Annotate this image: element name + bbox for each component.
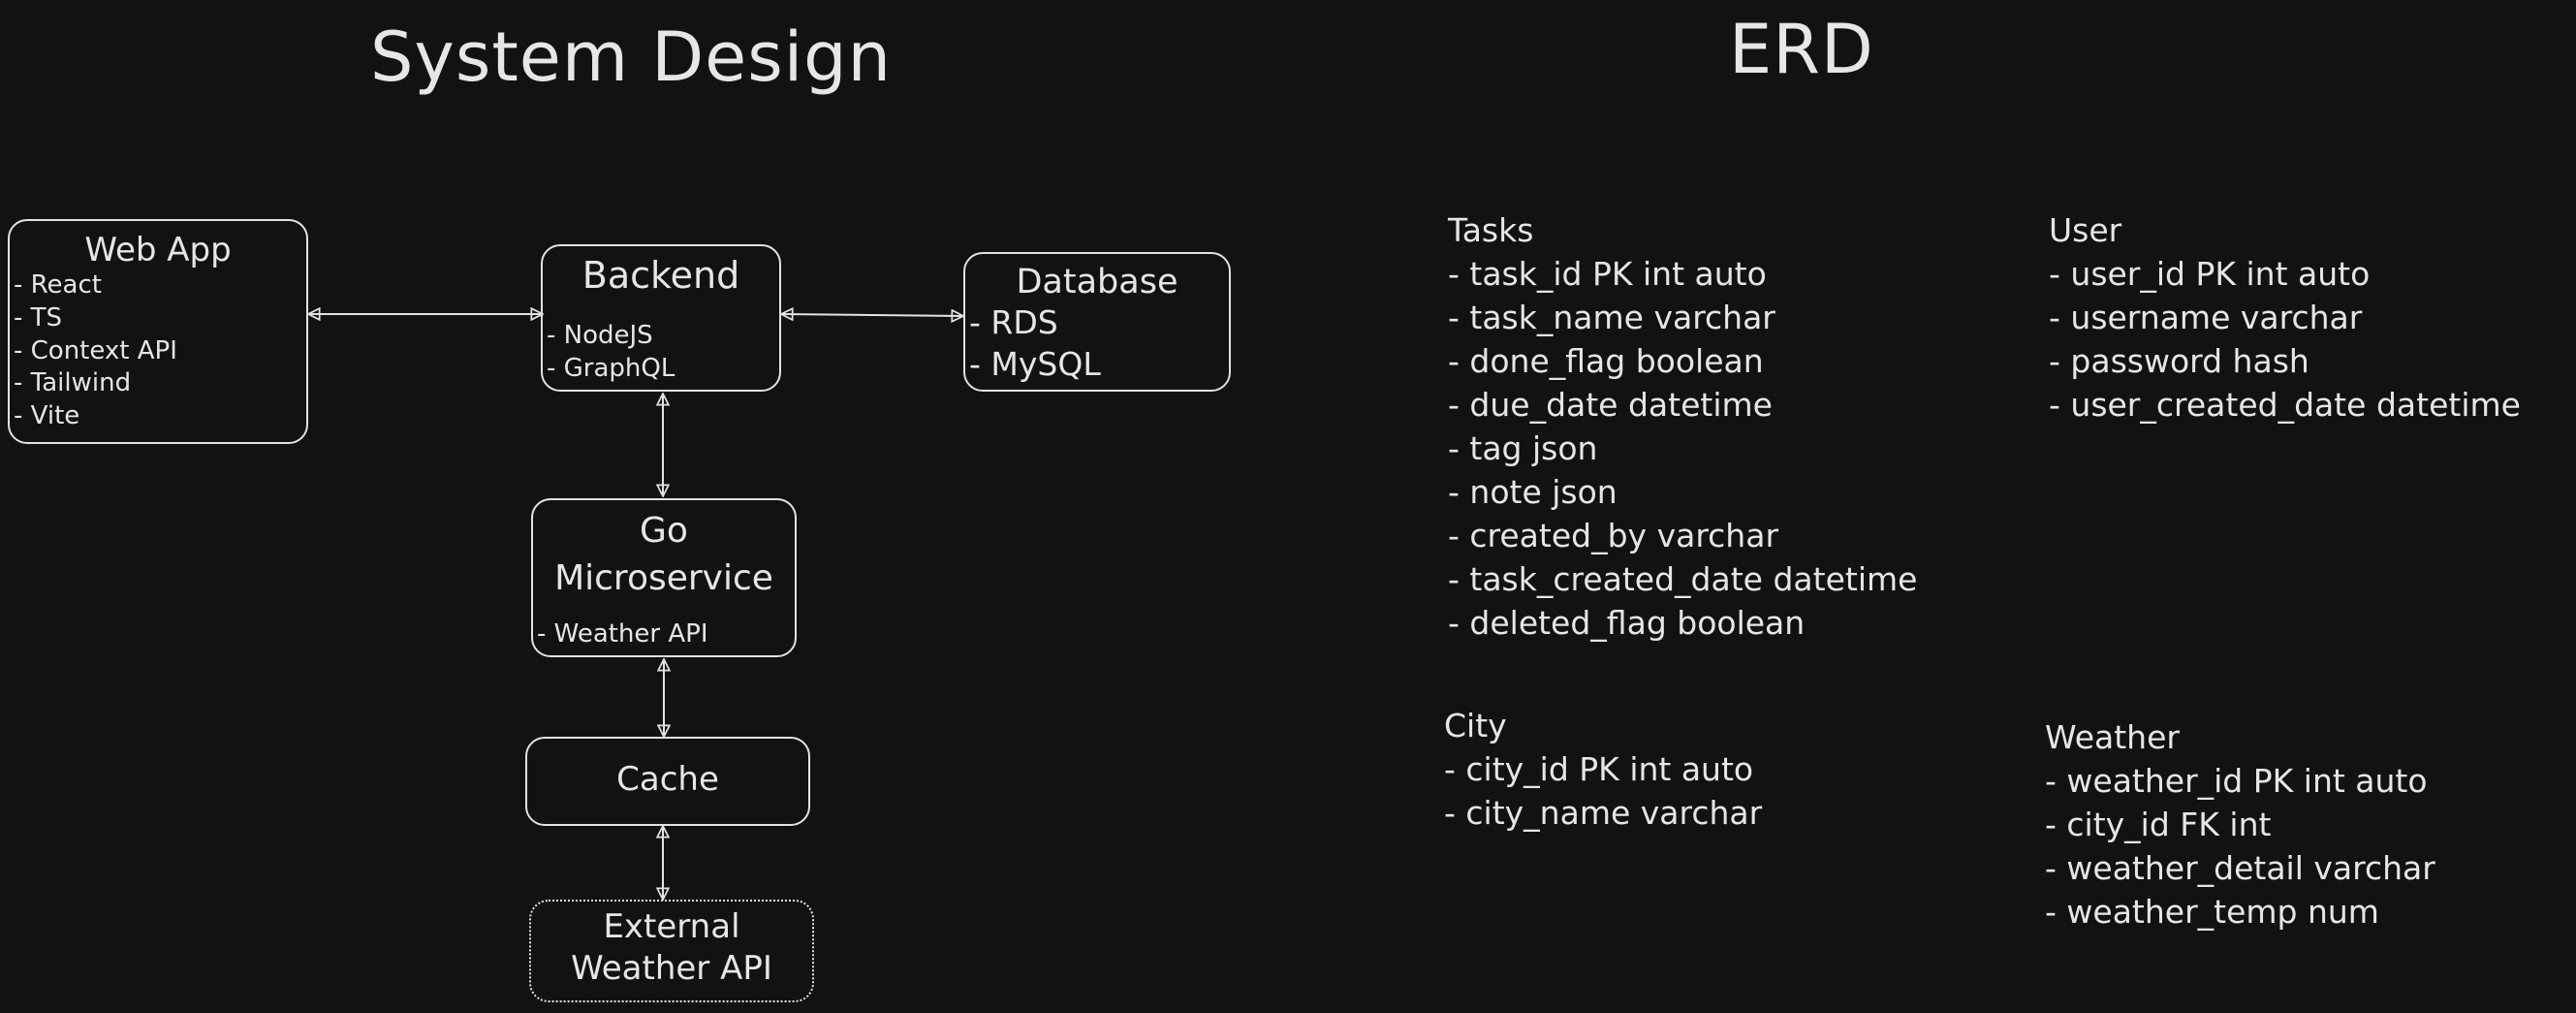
user-field: - user_created_date datetime [2049, 386, 2521, 424]
tasks-field: - done_flag boolean [1448, 342, 1764, 380]
backend-item: - NodeJS [547, 321, 653, 350]
user-field: - password hash [2049, 342, 2309, 380]
cache-title: Cache [616, 760, 719, 799]
external-title-line: External [603, 907, 740, 946]
weather-entity-name: Weather [2045, 718, 2180, 756]
system-design-title: System Design [370, 17, 892, 97]
weather-field: - weather_detail varchar [2045, 849, 2435, 887]
web-app-item: - React [14, 270, 102, 300]
web-app-title: Web App [84, 231, 232, 269]
database-stack-list: - RDS - MySQL [969, 302, 1101, 386]
backend-stack-list: - NodeJS - GraphQL [547, 320, 675, 386]
tasks-field: - due_date datetime [1448, 386, 1773, 424]
database-item: - RDS [969, 303, 1058, 341]
tasks-field: - task_created_date datetime [1448, 560, 1918, 598]
web-app-item: - Vite [14, 401, 80, 431]
city-field: - city_id PK int auto [1444, 750, 1754, 788]
tasks-field: - deleted_flag boolean [1448, 604, 1806, 642]
city-entity-name: City [1444, 707, 1507, 744]
web-app-node[interactable]: Web App - React - TS - Context API - Tai… [8, 219, 308, 444]
tasks-entity: Tasks - task_id PK int auto - task_name … [1448, 208, 1917, 645]
erd-title: ERD [1729, 10, 1874, 89]
tasks-entity-name: Tasks [1448, 211, 1534, 249]
tasks-field: - tag json [1448, 429, 1598, 467]
tasks-field: - note json [1448, 473, 1618, 511]
weather-entity: Weather - weather_id PK int auto - city_… [2045, 715, 2435, 934]
database-title: Database [1016, 263, 1178, 301]
city-field: - city_name varchar [1444, 794, 1763, 832]
user-entity-name: User [2049, 211, 2122, 249]
go-microservice-item: - Weather API [537, 619, 708, 649]
web-app-item: - TS [14, 302, 63, 332]
backend-item: - GraphQL [547, 353, 675, 383]
cache-node[interactable]: Cache [525, 737, 810, 826]
web-app-item: - Context API [14, 335, 177, 365]
external-title-line: Weather API [571, 948, 772, 988]
database-node[interactable]: Database - RDS - MySQL [963, 252, 1231, 392]
user-field: - user_id PK int auto [2049, 255, 2371, 293]
backend-title: Backend [581, 254, 740, 297]
go-microservice-node[interactable]: Go Microservice - Weather API [531, 498, 797, 657]
tasks-field: - task_name varchar [1448, 299, 1775, 336]
user-field: - username varchar [2049, 299, 2363, 336]
weather-field: - weather_id PK int auto [2045, 762, 2428, 800]
user-entity: User - user_id PK int auto - username va… [2049, 208, 2521, 427]
go-microservice-title-line: Microservice [554, 558, 773, 599]
weather-field: - city_id FK int [2045, 806, 2272, 843]
city-entity: City - city_id PK int auto - city_name v… [1444, 704, 1762, 835]
weather-field: - weather_temp num [2045, 893, 2379, 931]
whiteboard-canvas: System Design Web App - React - TS - Con… [0, 0, 2576, 1013]
tasks-field: - created_by varchar [1448, 517, 1779, 554]
go-microservice-title-line: Go [640, 511, 688, 551]
external-weather-api-node[interactable]: External Weather API [529, 900, 814, 1002]
web-app-stack-list: - React - TS - Context API - Tailwind - … [14, 269, 177, 433]
external-weather-api-title: External Weather API [531, 907, 812, 989]
backend-node[interactable]: Backend - NodeJS - GraphQL [541, 244, 781, 392]
tasks-field: - task_id PK int auto [1448, 255, 1767, 293]
database-item: - MySQL [969, 344, 1101, 383]
go-microservice-stack-list: - Weather API [537, 618, 708, 651]
web-app-item: - Tailwind [14, 368, 132, 398]
backend-database-connector [781, 314, 963, 316]
go-microservice-title: Go Microservice [533, 510, 795, 599]
